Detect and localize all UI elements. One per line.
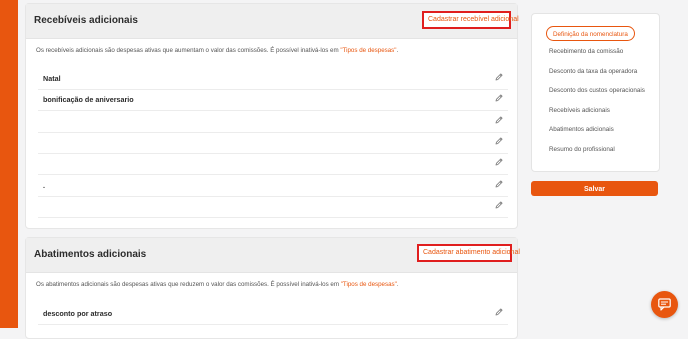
- list-item: [38, 153, 508, 176]
- receivables-card: Recebíveis adicionais Cadastrar recebíve…: [25, 3, 519, 229]
- receivables-title: Recebíveis adicionais: [34, 15, 138, 26]
- chat-icon: [658, 298, 671, 311]
- nav-item-recebiveis[interactable]: Recebíveis adicionais: [549, 107, 610, 114]
- add-receivable-button[interactable]: Cadastrar recebível adicional: [422, 11, 519, 29]
- receivables-description: Os recebíveis adicionais são despesas at…: [36, 47, 399, 54]
- nav-item-resumo[interactable]: Resumo do profissional: [549, 146, 615, 153]
- deductions-card: Abatimentos adicionais Cadastrar abatime…: [25, 237, 520, 339]
- deductions-title: Abatimentos adicionais: [34, 249, 147, 260]
- nav-item-custos-operacionais[interactable]: Desconto dos custos operacionais: [549, 87, 645, 94]
- pencil-icon[interactable]: [494, 72, 504, 82]
- list-item-label: desconto por atraso: [43, 309, 113, 318]
- list-item: desconto por atraso: [38, 303, 508, 325]
- pencil-icon[interactable]: [494, 307, 504, 317]
- list-item: [38, 111, 508, 133]
- list-item-label: bonificação de aniversario: [43, 95, 134, 105]
- save-button[interactable]: Salvar: [531, 181, 658, 196]
- pencil-icon[interactable]: [494, 115, 504, 125]
- list-item: Natal: [38, 68, 508, 90]
- expense-types-link[interactable]: "Tipos de despesas": [341, 281, 397, 288]
- list-item-label: Natal: [43, 74, 61, 83]
- list-item-label: .: [43, 180, 45, 190]
- app-left-bar: [0, 0, 18, 328]
- chat-button[interactable]: [651, 291, 678, 318]
- add-deduction-button[interactable]: Cadastrar abatimento adicional: [417, 244, 520, 262]
- list-item: .: [38, 175, 508, 197]
- nav-item-nomenclatura[interactable]: Definição da nomenclatura: [546, 26, 635, 41]
- pencil-icon[interactable]: [494, 93, 504, 103]
- pencil-icon[interactable]: [494, 200, 504, 210]
- pencil-icon[interactable]: [494, 136, 504, 146]
- deductions-header: Abatimentos adicionais Cadastrar abatime…: [26, 238, 520, 273]
- list-item: [38, 196, 508, 218]
- list-item: [38, 132, 508, 154]
- nav-item-recebimento[interactable]: Recebimento da comissão: [549, 48, 623, 55]
- pencil-icon[interactable]: [494, 179, 504, 189]
- list-item: bonificação de aniversario: [38, 89, 508, 112]
- deductions-description: Os abatimentos adicionais são despesas a…: [36, 281, 399, 288]
- nav-item-abatimentos[interactable]: Abatimentos adicionais: [549, 126, 614, 133]
- nav-item-taxa-operadora[interactable]: Desconto da taxa da operadora: [549, 68, 637, 75]
- section-nav: Definição da nomenclatura Recebimento da…: [531, 13, 660, 172]
- expense-types-link[interactable]: "Tipos de despesas": [340, 47, 396, 54]
- receivables-header: Recebíveis adicionais Cadastrar recebíve…: [26, 4, 519, 39]
- pencil-icon[interactable]: [494, 157, 504, 167]
